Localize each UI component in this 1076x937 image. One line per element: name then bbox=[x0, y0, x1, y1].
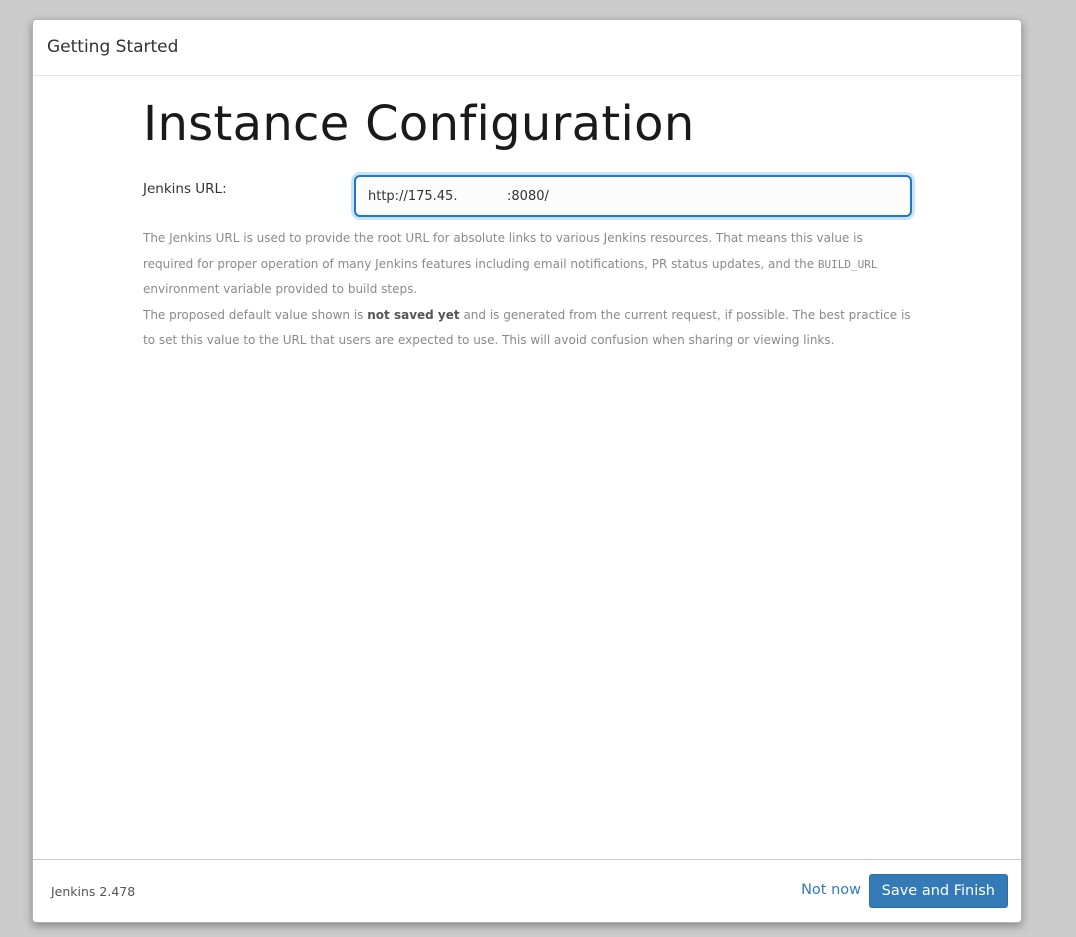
dialog-header: Getting Started bbox=[33, 20, 1021, 76]
jenkins-url-input[interactable] bbox=[354, 175, 912, 217]
help-paragraph-1: The Jenkins URL is used to provide the r… bbox=[143, 226, 913, 303]
help-text: The proposed default value shown is bbox=[143, 307, 368, 322]
not-now-button[interactable]: Not now bbox=[801, 882, 861, 898]
page-title: Instance Configuration bbox=[143, 96, 695, 152]
jenkins-url-help: The Jenkins URL is used to provide the r… bbox=[143, 226, 913, 354]
not-saved-emphasis: not saved yet bbox=[367, 307, 460, 322]
dialog-title: Getting Started bbox=[47, 37, 179, 57]
dialog-body: Instance Configuration Jenkins URL: The … bbox=[143, 100, 913, 354]
setup-dialog: Getting Started Instance Configuration J… bbox=[32, 19, 1022, 923]
help-text: The Jenkins URL is used to provide the r… bbox=[143, 231, 863, 271]
save-and-finish-button[interactable]: Save and Finish bbox=[868, 874, 1008, 908]
jenkins-url-row: Jenkins URL: bbox=[143, 175, 913, 224]
version-label: Jenkins 2.478 bbox=[51, 884, 136, 899]
jenkins-url-label: Jenkins URL: bbox=[143, 181, 227, 197]
dialog-footer: Jenkins 2.478 Not now Save and Finish bbox=[33, 859, 1021, 922]
help-paragraph-2: The proposed default value shown is not … bbox=[143, 303, 913, 354]
help-text: environment variable provided to build s… bbox=[143, 282, 418, 296]
build-url-code: BUILD_URL bbox=[817, 257, 878, 271]
